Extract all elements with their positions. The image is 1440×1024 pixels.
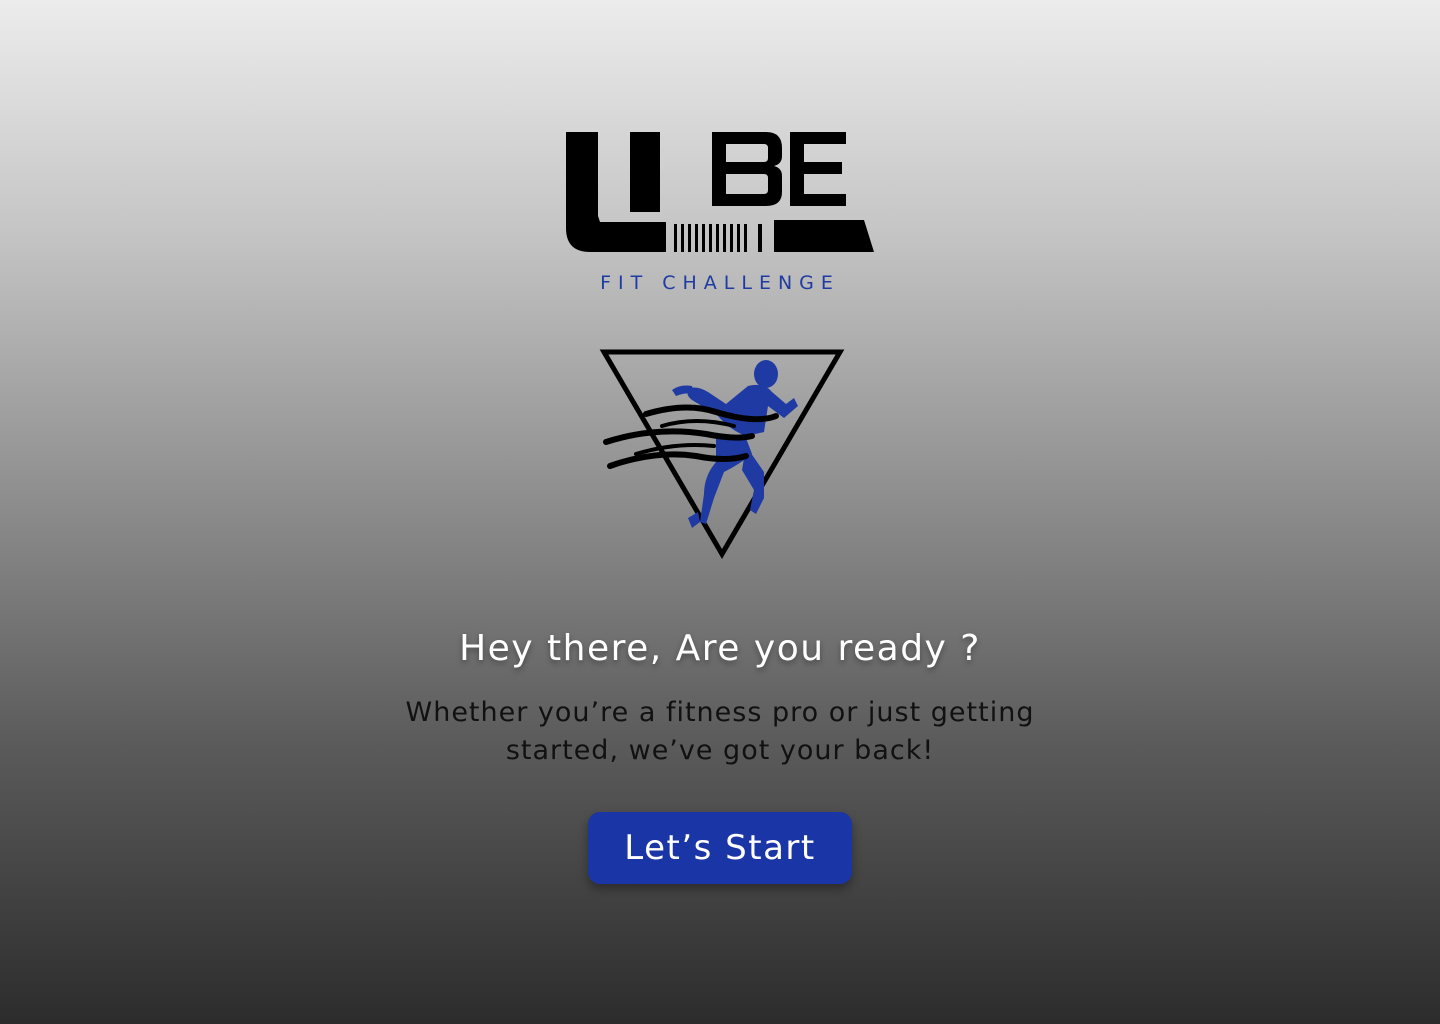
lets-start-button[interactable]: Let’s Start [588,812,852,884]
runner-emblem-icon [599,349,845,559]
ube-logo-icon [566,132,874,252]
welcome-screen: FIT CHALLENGE Hey there, Are you ready ?… [0,0,1440,1024]
welcome-subline: Whether you’re a fitness pro or just get… [405,697,1035,766]
brand-tagline: FIT CHALLENGE [600,272,840,294]
welcome-headline: Hey there, Are you ready ? [459,628,981,669]
